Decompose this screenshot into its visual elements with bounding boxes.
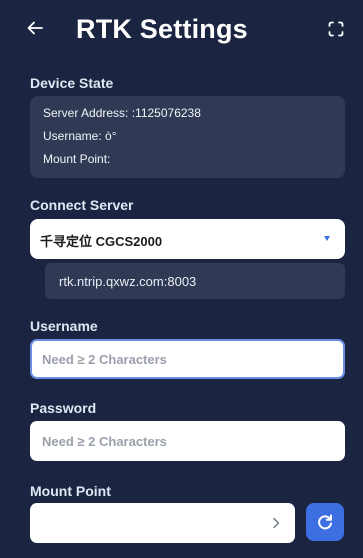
- device-state-label: Device State: [30, 75, 114, 91]
- password-input[interactable]: [30, 421, 345, 461]
- username-label: Username: [30, 318, 98, 334]
- connect-server-label: Connect Server: [30, 197, 134, 213]
- password-label: Password: [30, 400, 97, 416]
- refresh-icon: [318, 514, 332, 530]
- mount-point-label: Mount Point: [30, 483, 111, 499]
- fullscreen-icon[interactable]: [327, 20, 345, 38]
- server-address-box: rtk.ntrip.qxwz.com:8003: [45, 263, 345, 299]
- chevron-right-icon: [273, 517, 280, 529]
- server-select-value: 千寻定位 CGCS2000: [40, 234, 163, 249]
- back-arrow-icon[interactable]: [26, 19, 44, 37]
- caret-down-icon: [324, 236, 330, 241]
- server-select[interactable]: 千寻定位 CGCS2000: [30, 219, 345, 259]
- server-address-value: rtk.ntrip.qxwz.com:8003: [59, 274, 197, 289]
- page-title: RTK Settings: [76, 14, 248, 44]
- username-text: Username: ò°: [43, 129, 117, 143]
- device-state-card: Server Address: :1125076238 Username: ò°…: [30, 96, 345, 178]
- mount-point-select[interactable]: [30, 503, 295, 543]
- refresh-button[interactable]: [306, 503, 344, 541]
- username-input[interactable]: [30, 339, 345, 379]
- mount-point-text: Mount Point:: [43, 152, 111, 166]
- app-header: RTK Settings: [0, 0, 363, 62]
- server-address-text: Server Address: :1125076238: [43, 106, 201, 120]
